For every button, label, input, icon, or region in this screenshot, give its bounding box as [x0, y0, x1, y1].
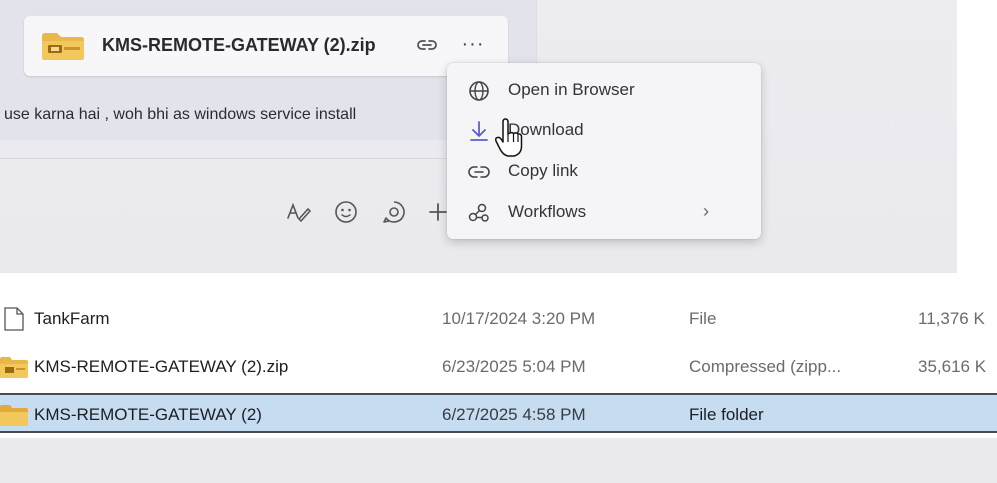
file-explorer-list: TankFarm 10/17/2024 3:20 PM File 11,376 … — [0, 285, 997, 483]
hand-pointer-cursor-icon — [494, 118, 523, 157]
link-icon — [468, 166, 490, 178]
more-options-button[interactable]: ··· — [458, 30, 488, 58]
message-text: use karna hai , woh bhi as windows servi… — [4, 106, 357, 123]
explorer-empty-area — [0, 438, 997, 483]
chevron-right-icon: › — [703, 201, 709, 221]
file-row-kms-zip[interactable]: KMS-REMOTE-GATEWAY (2).zip 6/23/2025 5:0… — [0, 347, 997, 387]
file-type: Compressed (zipp... — [689, 357, 842, 376]
loop-icon[interactable] — [380, 198, 408, 226]
workflows-icon — [468, 203, 489, 222]
format-text-icon[interactable] — [284, 198, 312, 226]
file-date-modified: 6/23/2025 5:04 PM — [442, 357, 586, 376]
file-row-tankfarm[interactable]: TankFarm 10/17/2024 3:20 PM File 11,376 … — [0, 299, 997, 339]
menu-item-copy-link[interactable]: Copy link — [447, 152, 761, 192]
emoji-icon[interactable] — [332, 198, 360, 226]
file-name: TankFarm — [34, 309, 110, 328]
file-row-kms-folder[interactable]: KMS-REMOTE-GATEWAY (2) 6/27/2025 4:58 PM… — [0, 393, 997, 433]
menu-item-label: Open in Browser — [508, 80, 635, 99]
file-icon — [4, 307, 24, 331]
file-type: File folder — [689, 405, 764, 424]
menu-item-label: Copy link — [508, 161, 578, 180]
globe-icon — [469, 81, 489, 101]
file-name: KMS-REMOTE-GATEWAY (2).zip — [34, 357, 289, 376]
zip-folder-icon — [0, 357, 28, 378]
download-icon — [470, 121, 488, 141]
menu-item-open-in-browser[interactable]: Open in Browser — [447, 71, 761, 111]
file-date-modified: 6/27/2025 4:58 PM — [442, 405, 586, 424]
file-size: 35,616 K — [918, 357, 987, 376]
link-icon[interactable] — [416, 34, 438, 56]
folder-icon — [0, 405, 28, 426]
file-size: 11,376 K — [918, 309, 985, 328]
separator-band — [0, 273, 997, 285]
file-type: File — [689, 309, 717, 328]
attachment-file-name[interactable]: KMS-REMOTE-GATEWAY (2).zip — [102, 35, 376, 56]
file-date-modified: 10/17/2024 3:20 PM — [442, 309, 596, 328]
file-name: KMS-REMOTE-GATEWAY (2) — [34, 405, 262, 424]
menu-item-label: Workflows — [508, 202, 587, 221]
menu-item-workflows[interactable]: Workflows › — [447, 193, 761, 233]
zip-folder-icon — [42, 33, 84, 60]
file-attachment-card[interactable]: KMS-REMOTE-GATEWAY (2).zip ··· — [24, 16, 508, 76]
